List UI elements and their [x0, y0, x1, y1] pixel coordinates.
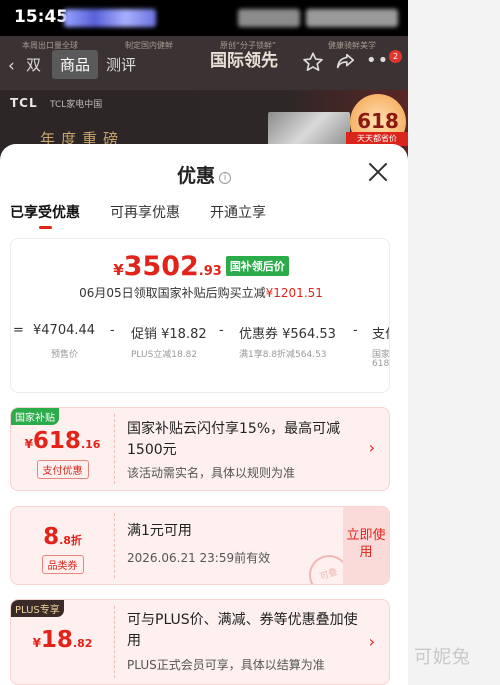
coupon-desc: 2026.06.21 23:59前有效 — [127, 551, 271, 565]
price-breakdown-card: ¥3502.93 国补领后价 06月05日领取国家补贴后购买立减¥1201.51 … — [10, 238, 390, 393]
coupon-desc: PLUS正式会员可享，具体以结算为准 — [127, 658, 325, 672]
use-now-button[interactable]: 立即使用 — [343, 507, 389, 584]
formula-payment-label-2: 618 — [372, 359, 390, 369]
star-icon[interactable] — [302, 51, 324, 77]
nav-tab-partial[interactable]: 双 — [26, 54, 41, 75]
nav-tab-product[interactable]: 商品 — [52, 50, 99, 79]
coupon-value-area: 国家补贴 ¥618.16 支付优惠 — [11, 408, 114, 490]
sheet-title: 优惠 i — [0, 161, 408, 188]
coupon-chip: 支付优惠 — [36, 460, 89, 479]
blurred-signal-info — [238, 9, 300, 27]
formula-promo: 促销 ¥18.82 — [131, 327, 207, 342]
coupon-amount-dec: .82 — [72, 637, 93, 650]
tab-activate-discounts[interactable]: 开通立享 — [210, 202, 266, 222]
close-icon[interactable] — [364, 158, 392, 186]
coupon-chip: 品类券 — [41, 555, 84, 574]
coupon-amount-int: 618 — [32, 428, 81, 454]
brand-logo: TCL — [10, 96, 38, 110]
back-arrow-icon[interactable]: ‹ — [8, 56, 15, 76]
coupon-amount-dec: .16 — [80, 438, 101, 451]
banner-badge-text: 国际领先 — [210, 51, 278, 71]
coupon-national-subsidy[interactable]: 国家补贴 ¥618.16 支付优惠 国家补贴云闪付享15%，最高可减1500元 … — [10, 407, 390, 491]
message-count-badge: 2 — [389, 50, 402, 63]
nav-tab-review[interactable]: 测评 — [106, 54, 136, 75]
price-formula: = ¥4704.44 预售价 - 促销 ¥18.82 PLUS立减18.82 -… — [11, 323, 390, 369]
coupon-amount: ¥618.16 — [11, 428, 114, 454]
coupon-value-area: 8.8折 品类券 — [11, 507, 114, 584]
blurred-battery-info — [306, 9, 398, 27]
price-integer: 3502 — [123, 251, 199, 282]
sheet-title-text: 优惠 — [176, 165, 215, 187]
coupon-category[interactable]: 8.8折 品类券 满1元可用 2026.06.21 23:59前有效 可叠 立即… — [10, 506, 390, 585]
coupon-divider — [114, 414, 115, 484]
coupon-divider — [114, 513, 115, 578]
blurred-status-info — [64, 9, 156, 27]
status-time: 15:45 — [14, 7, 69, 27]
watermark: 可妮兔 — [414, 647, 471, 668]
coupon-plus-member[interactable]: PLUS专享 ¥18.82 可与PLUS价、满减、券等优惠叠加使用 PLUS正式… — [10, 599, 390, 685]
formula-minus-1: - — [110, 323, 115, 338]
coupon-desc: 该活动需实名，具体以规则为准 — [127, 466, 296, 480]
product-top-nav: 本周出口量全球 制定国内健鲜 原创“分子锁鲜” 健康骑鲜美学 ‹ 双 商品 测评… — [0, 36, 408, 90]
formula-list-price-label: 预售价 — [51, 350, 79, 360]
coupon-title: 国家补贴云闪付享15%，最高可减1500元 — [127, 421, 341, 458]
formula-promo-label: PLUS立减18.82 — [131, 350, 198, 360]
price-decimal: .93 — [198, 264, 222, 279]
price-note-amount: ¥1201.51 — [265, 286, 323, 300]
coupon-title: 满1元可用 — [127, 523, 192, 539]
discount-tabs: 已享受优惠 可再享优惠 开通立享 — [0, 202, 408, 232]
chevron-right-icon[interactable]: › — [369, 632, 375, 651]
coupon-currency: ¥ — [32, 636, 41, 650]
tab-enjoyed-discounts[interactable]: 已享受优惠 — [10, 202, 80, 222]
coupon-discount-int: 8 — [43, 524, 60, 550]
active-tab-indicator — [39, 226, 52, 229]
discount-bottom-sheet: 优惠 i 已享受优惠 可再享优惠 开通立享 ¥3502.93 国补领后价 06月05… — [0, 144, 408, 685]
formula-coupon-label: 满1享8.8折减564.53 — [239, 350, 327, 360]
formula-minus-2: - — [219, 323, 224, 338]
price-currency: ¥ — [113, 261, 124, 279]
info-icon[interactable]: i — [219, 172, 231, 184]
coupon-discount: 8.8折 — [11, 524, 114, 550]
coupon-label: PLUS专享 — [11, 600, 64, 617]
formula-equals: = — [13, 323, 24, 338]
coupon-label: 国家补贴 — [11, 408, 59, 425]
coupon-amount: ¥18.82 — [11, 627, 114, 653]
chevron-right-icon[interactable]: › — [369, 438, 375, 457]
price-note-text: 06月05日领取国家补贴后购买立减 — [79, 286, 266, 300]
formula-list-price: ¥4704.44 — [33, 323, 96, 338]
coupon-currency: ¥ — [24, 437, 33, 451]
share-icon[interactable] — [334, 51, 356, 77]
price-tag: 国补领后价 — [225, 256, 289, 276]
phone-screen: 15:45 本周出口量全球 制定国内健鲜 原创“分子锁鲜” 健康骑鲜美学 ‹ 双… — [0, 0, 408, 685]
coupon-discount-dec: .8折 — [59, 534, 82, 547]
side-gutter — [408, 0, 500, 685]
tab-more-discounts[interactable]: 可再享优惠 — [110, 202, 180, 222]
final-price: ¥3502.93 国补领后价 — [11, 251, 389, 282]
brand-subtitle: TCL家电中国 — [50, 100, 103, 110]
coupon-divider — [114, 606, 115, 678]
status-bar: 15:45 — [0, 0, 408, 36]
formula-coupon: 优惠券 ¥564.53 — [239, 327, 336, 342]
coupon-value-area: PLUS专享 ¥18.82 — [11, 600, 114, 684]
formula-minus-3: - — [353, 323, 358, 338]
coupon-title: 可与PLUS价、满减、券等优惠叠加使用 — [127, 612, 358, 649]
formula-payment: 支付 — [372, 327, 389, 342]
price-note: 06月05日领取国家补贴后购买立减¥1201.51 — [11, 284, 389, 301]
coupon-amount-int: 18 — [40, 627, 73, 653]
